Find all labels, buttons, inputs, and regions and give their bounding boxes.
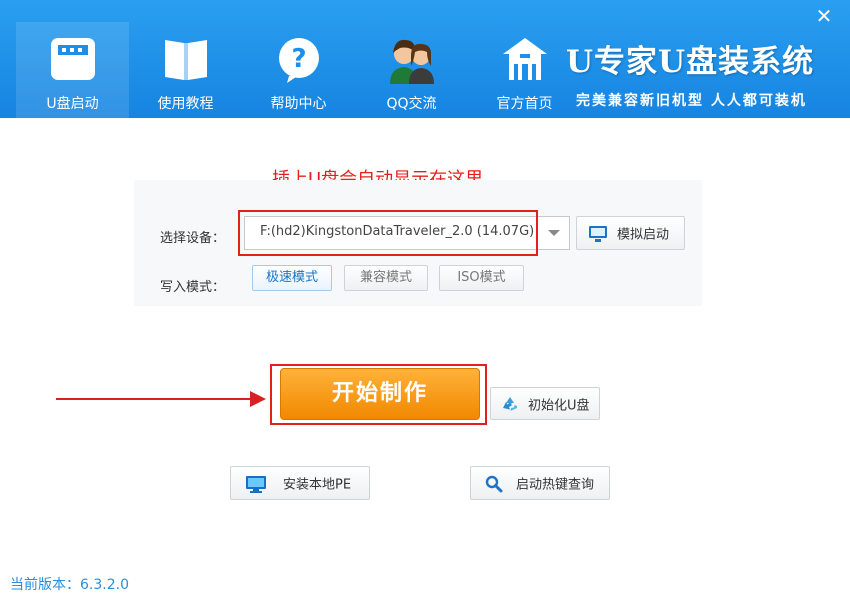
chevron-down-icon[interactable] <box>537 217 569 249</box>
nav-label: 官方首页 <box>496 96 553 112</box>
mode-compat-button[interactable]: 兼容模式 <box>344 265 428 291</box>
help-icon: ? <box>278 38 319 83</box>
nav-item-official-home[interactable]: 官方首页 <box>468 22 581 118</box>
header-bar: ✕ U盘启动 使用教程 ? 帮助中心 QQ交流 官方首页 U专家U盘装系统 完美… <box>0 0 850 118</box>
brand-title: U专家U盘装系统 <box>566 44 815 80</box>
svg-text:?: ? <box>291 44 306 74</box>
monitor-icon <box>589 226 607 242</box>
boot-hotkey-query-button[interactable]: 启动热键查询 <box>470 466 610 500</box>
nav-item-help-center[interactable]: ? 帮助中心 <box>242 22 355 118</box>
close-icon[interactable]: ✕ <box>814 6 834 26</box>
simulate-boot-button[interactable]: 模拟启动 <box>576 216 685 250</box>
boot-hotkey-query-label: 启动热键查询 <box>516 477 595 493</box>
nav-label: U盘启动 <box>46 96 99 112</box>
install-local-pe-button[interactable]: 安装本地PE <box>230 466 370 500</box>
computer-icon <box>246 476 266 493</box>
device-label: 选择设备： <box>160 231 226 246</box>
mode-fast-button[interactable]: 极速模式 <box>252 265 332 291</box>
recycle-icon <box>503 397 517 411</box>
nav-label: 使用教程 <box>157 96 214 112</box>
people-icon <box>389 39 434 84</box>
start-make-button[interactable]: 开始制作 <box>280 368 480 420</box>
mode-iso-button[interactable]: ISO模式 <box>439 265 524 291</box>
version-label: 当前版本：6.3.2.0 <box>10 577 129 593</box>
device-highlight-frame <box>238 210 538 256</box>
usb-drive-icon <box>50 38 95 80</box>
install-local-pe-label: 安装本地PE <box>283 477 352 493</box>
write-mode-label: 写入模式： <box>160 280 226 295</box>
pointer-arrow-head <box>250 391 266 407</box>
nav-item-qq-chat[interactable]: QQ交流 <box>355 22 468 118</box>
book-icon <box>164 40 207 80</box>
home-icon <box>502 38 547 80</box>
format-usb-label: 初始化U盘 <box>528 398 590 413</box>
nav-label: QQ交流 <box>386 96 437 112</box>
nav-item-tutorial[interactable]: 使用教程 <box>129 22 242 118</box>
main-nav: U盘启动 使用教程 ? 帮助中心 QQ交流 官方首页 <box>16 22 581 118</box>
search-icon <box>485 475 503 493</box>
pointer-arrow-line <box>56 398 256 400</box>
format-usb-button[interactable]: 初始化U盘 <box>490 387 600 420</box>
nav-label: 帮助中心 <box>270 96 327 112</box>
nav-item-usb-boot[interactable]: U盘启动 <box>16 22 129 118</box>
brand-slogan: 完美兼容新旧机型 人人都可装机 <box>576 93 807 109</box>
simulate-boot-label: 模拟启动 <box>617 227 670 243</box>
